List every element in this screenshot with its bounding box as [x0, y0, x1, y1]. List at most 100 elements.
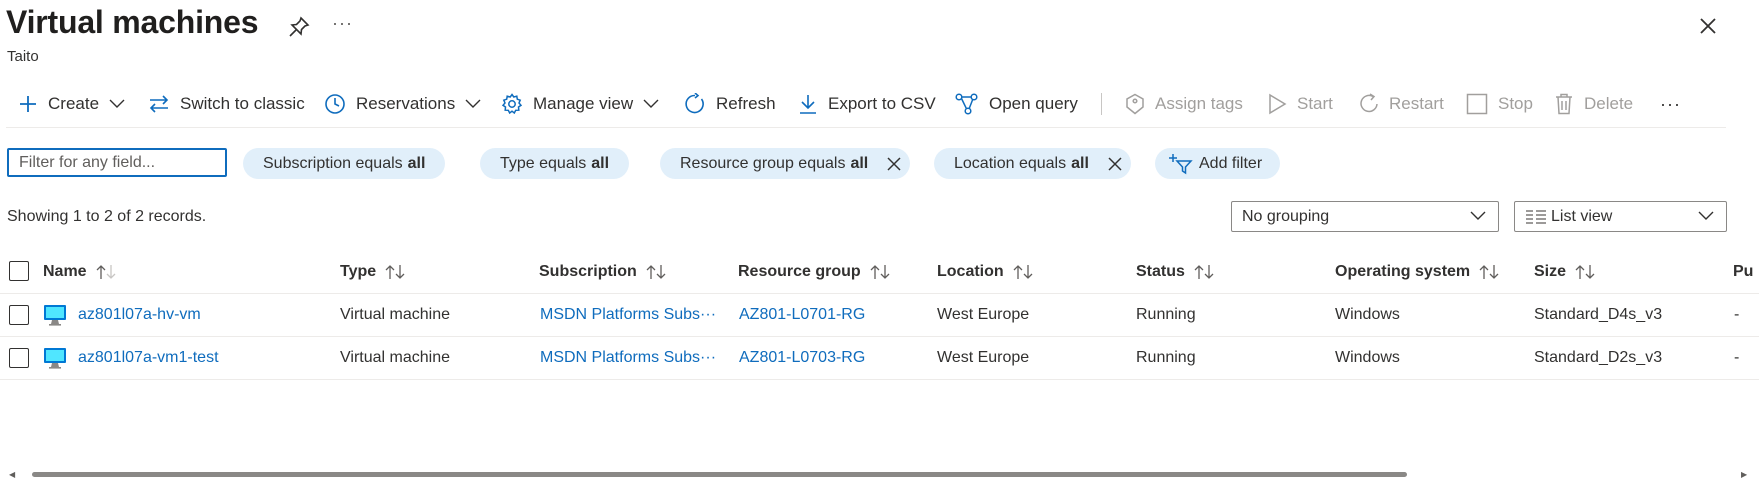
sort-icon [385, 264, 405, 279]
export-csv-button[interactable]: Export to CSV [798, 84, 936, 124]
cell-pu: - [1734, 306, 1740, 323]
cell-size: Standard_D4s_v3 [1534, 306, 1663, 323]
play-icon [1269, 93, 1287, 115]
cell-size: Standard_D2s_v3 [1534, 349, 1663, 366]
restart-icon [1360, 93, 1378, 113]
cell-location: West Europe [937, 306, 1030, 323]
resource-group-link[interactable]: AZ801-L0701-RG [739, 294, 865, 336]
column-header-pu[interactable]: Pu [1733, 250, 1759, 293]
toolbar-divider [6, 127, 1726, 128]
column-header-subscription[interactable]: Subscription [539, 250, 668, 293]
cell-type: Virtual machine [340, 306, 450, 323]
add-filter-button[interactable]: Add filter [1155, 148, 1281, 179]
chevron-down-icon [1470, 211, 1486, 220]
add-filter-label: Add filter [1199, 154, 1263, 172]
filter-pill-value: all [407, 154, 426, 172]
scrollbar-thumb[interactable] [32, 472, 1407, 477]
horizontal-scrollbar[interactable]: ◀ ▶ [0, 470, 1759, 479]
export-csv-label: Export to CSV [828, 94, 936, 113]
list-view-icon [1526, 209, 1546, 224]
grouping-selected: No grouping [1242, 207, 1330, 225]
resource-group-link[interactable]: AZ801-L0703-RG [739, 337, 865, 379]
filter-pill-type[interactable]: Type equals all [480, 148, 630, 179]
sort-icon [1479, 264, 1499, 279]
open-query-button[interactable]: Open query [955, 84, 1078, 124]
restart-button[interactable]: Restart [1359, 84, 1444, 124]
filter-pill-value: all [1071, 154, 1089, 172]
vm-name-link[interactable]: az801l07a-vm1-test [78, 337, 219, 379]
plus-icon [20, 96, 36, 112]
chevron-down-icon [109, 99, 125, 108]
filter-pill-resource-group[interactable]: Resource group equals all [660, 148, 911, 179]
remove-filter-icon[interactable] [886, 156, 902, 172]
chevron-down-icon [465, 99, 481, 108]
view-mode-dropdown[interactable]: List view [1514, 201, 1727, 232]
vm-name-link[interactable]: az801l07a-hv-vm [78, 294, 201, 336]
manage-view-button[interactable]: Manage view [501, 84, 659, 124]
column-header-name[interactable]: Name [43, 250, 118, 293]
column-header-operating-system[interactable]: Operating system [1335, 250, 1501, 293]
create-label: Create [48, 94, 100, 113]
stop-label: Stop [1498, 94, 1533, 113]
refresh-button[interactable]: Refresh [684, 84, 776, 124]
page-header: Virtual machines Taito ··· [6, 2, 1746, 65]
column-header-location[interactable]: Location [937, 250, 1035, 293]
sort-icon [96, 264, 116, 279]
trash-icon [1556, 93, 1572, 115]
download-icon [800, 95, 816, 114]
reservations-button[interactable]: Reservations [324, 84, 481, 124]
cell-status: Running [1136, 306, 1196, 323]
cell-os: Windows [1335, 349, 1400, 366]
create-button[interactable]: Create [18, 84, 125, 124]
column-header-resource-group[interactable]: Resource group [738, 250, 892, 293]
switch-to-classic-button[interactable]: Switch to classic [148, 84, 305, 124]
table-row[interactable]: az801l07a-hv-vm Virtual machine MSDN Pla… [0, 294, 1759, 337]
row-checkbox[interactable] [9, 305, 29, 325]
subscription-link[interactable]: MSDN Platforms Subs··· [540, 337, 725, 379]
sort-icon [646, 264, 666, 279]
sort-icon [1013, 264, 1033, 279]
column-header-size[interactable]: Size [1534, 250, 1597, 293]
gear-icon [501, 93, 523, 115]
column-header-status[interactable]: Status [1136, 250, 1216, 293]
reservations-label: Reservations [356, 94, 456, 113]
vm-monitor-icon [44, 305, 66, 326]
start-button[interactable]: Start [1267, 84, 1333, 124]
refresh-label: Refresh [716, 94, 776, 113]
table-row[interactable]: az801l07a-vm1-test Virtual machine MSDN … [0, 337, 1759, 380]
stop-button[interactable]: Stop [1466, 84, 1533, 124]
more-icon[interactable]: ··· [332, 13, 353, 34]
sort-icon [1194, 264, 1214, 279]
delete-label: Delete [1584, 94, 1634, 113]
select-all-checkbox[interactable] [9, 261, 29, 281]
subscription-link[interactable]: MSDN Platforms Subs··· [540, 294, 725, 336]
tag-icon [1126, 93, 1144, 115]
filter-pill-subscription[interactable]: Subscription equals all [243, 148, 446, 179]
column-header-type[interactable]: Type [340, 250, 407, 293]
open-query-label: Open query [989, 94, 1078, 113]
close-icon[interactable] [1696, 14, 1720, 38]
manage-view-label: Manage view [533, 94, 634, 113]
filter-pill-label: Resource group equals [680, 154, 846, 172]
grouping-dropdown[interactable]: No grouping [1231, 201, 1499, 232]
clock-icon [325, 94, 345, 114]
cell-pu: - [1734, 349, 1740, 366]
cell-location: West Europe [937, 349, 1030, 366]
delete-button[interactable]: Delete [1554, 84, 1633, 124]
filter-input[interactable] [7, 148, 227, 177]
row-checkbox[interactable] [9, 348, 29, 368]
command-bar: Create Switch to classic Reservations Ma… [8, 84, 1728, 124]
filter-pill-label: Type equals [500, 154, 587, 172]
assign-tags-button[interactable]: Assign tags [1125, 84, 1243, 124]
records-count: Showing 1 to 2 of 2 records. [7, 208, 207, 225]
more-commands-button[interactable]: ··· [1660, 84, 1681, 124]
filter-add-icon [1169, 153, 1193, 174]
vm-monitor-icon [44, 348, 66, 369]
remove-filter-icon[interactable] [1107, 156, 1123, 172]
cell-os: Windows [1335, 306, 1400, 323]
toolbar-separator [1101, 93, 1102, 115]
pin-icon[interactable] [287, 15, 311, 39]
filter-pill-location[interactable]: Location equals all [934, 148, 1131, 179]
cell-status: Running [1136, 349, 1196, 366]
start-label: Start [1297, 94, 1333, 113]
